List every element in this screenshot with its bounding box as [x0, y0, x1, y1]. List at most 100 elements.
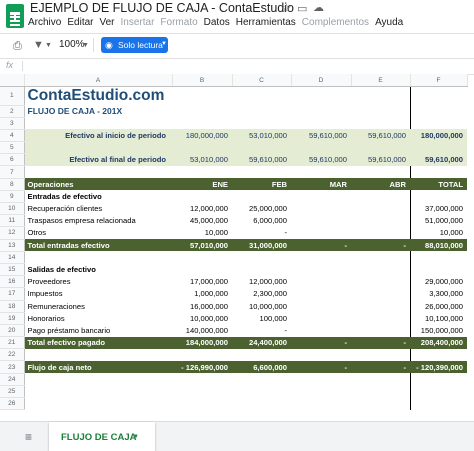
row-header[interactable]: 23 [0, 360, 25, 374]
cell-f[interactable]: 10,000 [409, 226, 467, 240]
zoom-select[interactable]: 100% [59, 39, 85, 50]
cell-c[interactable] [232, 190, 291, 202]
row-header[interactable]: 25 [0, 385, 25, 399]
cell-e[interactable] [351, 349, 410, 361]
cell-f[interactable] [409, 251, 467, 264]
folder-icon[interactable]: ▭ [297, 2, 307, 15]
cell-a[interactable]: Entradas de efectivo [24, 190, 172, 202]
cell-a[interactable]: Efectivo al inicio de periodo [24, 129, 172, 142]
column-header-d[interactable]: D [291, 74, 352, 87]
menu-item-ayuda[interactable]: Ayuda [375, 17, 403, 28]
cell-b[interactable]: 57,010,000 [172, 239, 232, 252]
cell-a[interactable]: Remuneraciones [24, 300, 172, 312]
cell-d[interactable] [291, 190, 351, 202]
cell-b[interactable] [172, 398, 232, 410]
cell-f[interactable]: - 120,390,000 [410, 360, 467, 374]
cell-b[interactable]: ENE [172, 178, 232, 191]
sheets-logo-icon[interactable] [6, 4, 24, 28]
cell-c[interactable] [232, 141, 291, 154]
cell-b[interactable] [172, 117, 232, 129]
row-header[interactable]: 20 [0, 324, 25, 338]
cell-c[interactable] [232, 87, 291, 106]
cell-b[interactable]: 53,010,000 [172, 153, 232, 166]
cell-d[interactable] [291, 373, 351, 385]
sheet-table[interactable]: A B C D E F 1 ContaEstudio.com 2 FLUJO DE CAJA - … [0, 74, 468, 411]
cell-b[interactable]: 17,000,000 [172, 276, 232, 288]
cell-a[interactable]: Pago préstamo bancario [24, 324, 172, 336]
cell-b[interactable] [172, 105, 232, 117]
cell-e[interactable] [351, 398, 410, 410]
cell-d[interactable] [291, 288, 351, 300]
cell-b[interactable] [172, 385, 232, 397]
all-sheets-icon[interactable]: ≡ [25, 430, 32, 444]
row-header[interactable]: 11 [0, 214, 25, 228]
chevron-down-icon[interactable]: ▼ [133, 434, 139, 440]
row-header[interactable]: 24 [0, 373, 25, 386]
cell-e[interactable] [351, 385, 410, 397]
cell-e[interactable]: ABR [351, 178, 410, 191]
cell-a[interactable] [24, 349, 172, 361]
cell-e[interactable] [351, 300, 410, 312]
cell-f[interactable]: 59,610,000 [410, 153, 467, 166]
cell-a[interactable]: ContaEstudio.com [24, 87, 172, 106]
menu-item-insertar[interactable]: Insertar [121, 17, 155, 28]
cell-c[interactable]: 6,000,000 [232, 215, 291, 227]
row-header[interactable]: 5 [0, 141, 25, 155]
menu-item-ver[interactable]: Ver [99, 17, 114, 28]
row-header[interactable]: 14 [0, 251, 25, 264]
row-header[interactable]: 3 [0, 117, 25, 130]
cell-b[interactable] [172, 166, 232, 178]
cell-f[interactable]: 88,010,000 [410, 239, 467, 252]
cell-a[interactable]: Flujo de caja neto [24, 360, 172, 374]
cell-e[interactable] [351, 117, 410, 129]
cell-e[interactable] [351, 263, 410, 275]
cell-f[interactable] [409, 373, 467, 386]
cell-c[interactable] [232, 385, 291, 397]
cell-d[interactable] [291, 312, 351, 324]
cell-e[interactable]: 59,610,000 [351, 153, 410, 166]
cell-f[interactable]: 26,000,000 [409, 300, 467, 313]
cell-c[interactable]: 100,000 [232, 312, 291, 324]
column-header-e[interactable]: E [351, 74, 411, 87]
cloud-icon[interactable]: ☁ [313, 1, 324, 14]
column-header-f[interactable]: F [410, 74, 468, 87]
row-header[interactable]: 17 [0, 287, 25, 301]
document-title[interactable]: EJEMPLO DE FLUJO DE CAJA - ContaEstudio [30, 1, 294, 15]
cell-a[interactable]: Proveedores [24, 276, 172, 288]
cell-f[interactable] [409, 190, 467, 203]
cell-e[interactable] [351, 251, 410, 263]
cell-a[interactable]: Otros [24, 227, 172, 239]
column-header-a[interactable]: A [24, 74, 173, 87]
cell-f[interactable] [409, 397, 467, 410]
cell-e[interactable] [351, 324, 410, 336]
cell-d[interactable] [291, 203, 351, 215]
cell-e[interactable]: - [351, 336, 410, 349]
cell-c[interactable] [232, 263, 291, 275]
row-header[interactable]: 26 [0, 397, 25, 411]
cell-d[interactable] [291, 215, 351, 227]
print-icon[interactable]: ⎙ [13, 40, 22, 53]
cell-d[interactable]: MAR [291, 178, 351, 191]
cell-a[interactable]: Efectivo al final de periodo [24, 153, 172, 166]
cell-d[interactable] [291, 87, 351, 106]
cell-a[interactable]: FLUJO DE CAJA - 201X [24, 105, 172, 117]
cell-b[interactable]: 12,000,000 [172, 203, 232, 215]
cell-d[interactable] [291, 166, 351, 178]
cell-f[interactable] [410, 141, 467, 154]
cell-c[interactable]: 12,000,000 [232, 276, 291, 288]
select-all-corner[interactable] [0, 74, 25, 87]
row-header[interactable]: 19 [0, 312, 25, 325]
cell-a[interactable] [24, 141, 172, 154]
cell-d[interactable] [291, 349, 351, 361]
column-header-b[interactable]: B [172, 74, 233, 87]
row-header[interactable]: 6 [0, 153, 25, 167]
cell-f[interactable] [409, 348, 467, 361]
cell-c[interactable]: 6,600,000 [232, 360, 291, 374]
cell-d[interactable]: - [291, 239, 351, 252]
cell-e[interactable] [351, 215, 410, 227]
menu-item-formato[interactable]: Formato [160, 17, 197, 28]
cell-b[interactable] [172, 251, 232, 263]
cell-a[interactable]: Impuestos [24, 288, 172, 300]
cell-e[interactable] [351, 227, 410, 239]
cell-e[interactable] [351, 87, 410, 106]
